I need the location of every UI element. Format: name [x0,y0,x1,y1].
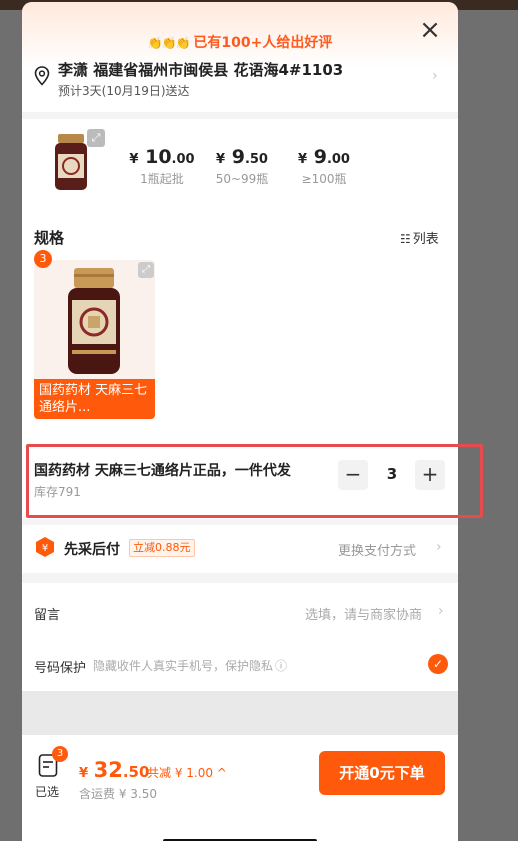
list-view-button[interactable]: ☷ 列表 [400,228,439,247]
selected-count-badge: 3 [52,746,68,762]
spacer [22,691,458,735]
review-banner-text: 已有100+人给出好评 [193,35,333,51]
clap-icons: 👏👏👏 [147,36,191,50]
list-icon: ☷ [400,232,411,246]
close-button[interactable]: × [418,17,442,43]
price-tier-note: 50~99瓶 [215,172,269,186]
privacy-label: 号码保护 [34,661,87,676]
price-tier-3: ¥ 9.00 ≥100瓶 [284,146,364,187]
message-label: 留言 [34,608,61,623]
svg-text:¥: ¥ [42,543,48,554]
spec-option-card[interactable]: 国药药材 天麻三七通络片... [34,260,155,419]
review-banner: 👏👏👏 已有100+人给出好评 [22,32,458,52]
message-input[interactable]: 选填，请与商家协商 [305,604,422,623]
delivery-estimate: 预计3天(10月19日)送达 [58,84,190,98]
payment-row[interactable]: ¥ 先采后付 立减0.88元 更换支付方式 › [22,525,458,573]
payment-chevron-icon[interactable]: › [436,539,442,555]
product-thumbnail[interactable] [52,132,90,192]
address-chevron-icon[interactable]: › [432,68,438,84]
expand-image-icon[interactable]: ⤢ [87,129,105,147]
privacy-hint: 隐藏收件人真实手机号，保护隐私 ⓘ [93,659,288,673]
pay-later-icon: ¥ [36,537,54,557]
product-card: ⤢ ¥ 10.00 1瓶起批 ¥ 9.50 50~99瓶 ¥ 9.00 ≥100… [22,119,458,439]
payment-discount-tag: 立减0.88元 [129,539,195,557]
order-sheet: 👏👏👏 已有100+人给出好评 × 李潇 福建省福州市闽侯县 花语海4#1103 … [22,2,458,841]
spec-option-label: 国药药材 天麻三七通络片... [34,379,155,419]
product-bottle-image [68,268,120,374]
spec-count-badge: 3 [34,250,52,268]
price-tier-2: ¥ 9.50 50~99瓶 [202,146,282,187]
place-order-button[interactable]: 开通0元下单 [319,751,445,795]
total-price: ¥ 32.50 [79,758,150,782]
sku-highlight-box [26,444,483,518]
selected-label[interactable]: 已选 [35,783,59,800]
price-tier-note: ≥100瓶 [301,172,347,186]
address-main[interactable]: 李潇 福建省福州市闽侯县 花语海4#1103 [58,59,343,80]
price-tier-note: 1瓶起批 [140,172,184,186]
footer-bar: 3 已选 ¥ 32.50 共减 ¥ 1.00 ^ 含运费 ¥ 3.50 开通0元… [22,735,458,841]
price-tier-1: ¥ 10.00 1瓶起批 [122,146,202,187]
message-chevron-icon[interactable]: › [438,603,444,619]
expand-image-icon[interactable]: ⤢ [138,262,154,278]
spec-title: 规格 [34,229,65,247]
message-card: 留言 选填，请与商家协商 › 号码保护 隐藏收件人真实手机号，保护隐私 ⓘ ✓ [22,583,458,691]
location-pin-icon [34,66,50,86]
discount-toggle[interactable]: 共减 ¥ 1.00 ^ [147,764,227,781]
shipping-fee: 含运费 ¥ 3.50 [79,787,157,801]
info-icon[interactable]: ⓘ [275,659,287,673]
privacy-checkbox[interactable]: ✓ [428,654,448,674]
change-payment-link[interactable]: 更换支付方式 [338,540,416,559]
sheet-header: 👏👏👏 已有100+人给出好评 × 李潇 福建省福州市闽侯县 花语海4#1103 … [22,2,458,112]
payment-title: 先采后付 [64,542,120,558]
list-view-label: 列表 [412,232,439,247]
